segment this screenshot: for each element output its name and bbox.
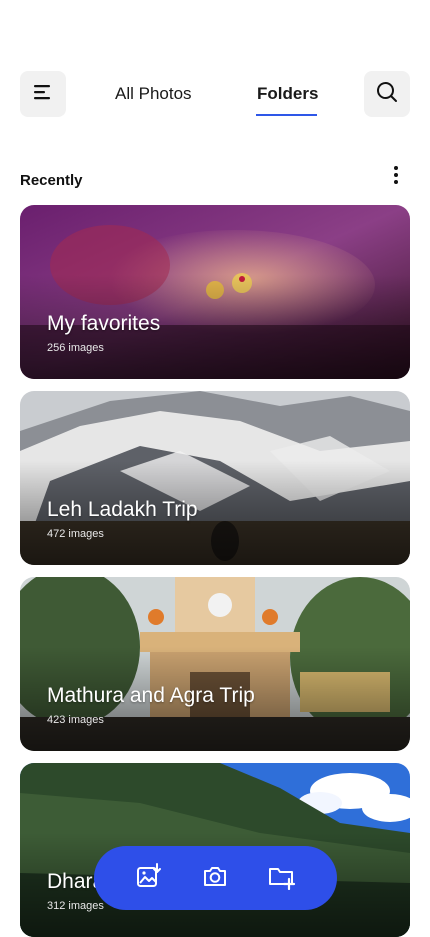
folder-count: 312 images: [47, 900, 104, 912]
more-vertical-icon: [393, 165, 399, 190]
bottom-action-bar: [94, 846, 337, 910]
search-icon: [375, 80, 399, 109]
more-options-button[interactable]: [384, 165, 408, 189]
folder-count: 472 images: [47, 528, 104, 540]
camera-icon: [201, 862, 229, 895]
folder-title: Leh Ladakh Trip: [47, 498, 198, 521]
tab-all-photos[interactable]: All Photos: [115, 84, 192, 104]
folder-count: 423 images: [47, 714, 104, 726]
camera-button[interactable]: [198, 861, 232, 895]
new-folder-icon: [267, 862, 297, 895]
folder-card-favorites[interactable]: My favorites 256 images: [20, 205, 410, 379]
search-button[interactable]: [364, 71, 410, 117]
new-folder-button[interactable]: [265, 861, 299, 895]
tab-folders[interactable]: Folders: [257, 84, 318, 104]
folder-card-mathura-agra[interactable]: Mathura and Agra Trip 423 images: [20, 577, 410, 751]
import-image-button[interactable]: [132, 861, 166, 895]
folder-count: 256 images: [47, 342, 104, 354]
active-tab-indicator: [256, 114, 317, 116]
menu-icon: [32, 83, 54, 106]
folder-title: My favorites: [47, 312, 161, 335]
folder-card-leh-ladakh[interactable]: Leh Ladakh Trip 472 images: [20, 391, 410, 565]
menu-button[interactable]: [20, 71, 66, 117]
import-image-icon: [135, 862, 163, 895]
section-title: Recently: [20, 172, 83, 189]
folder-title: Mathura and Agra Trip: [47, 684, 255, 707]
